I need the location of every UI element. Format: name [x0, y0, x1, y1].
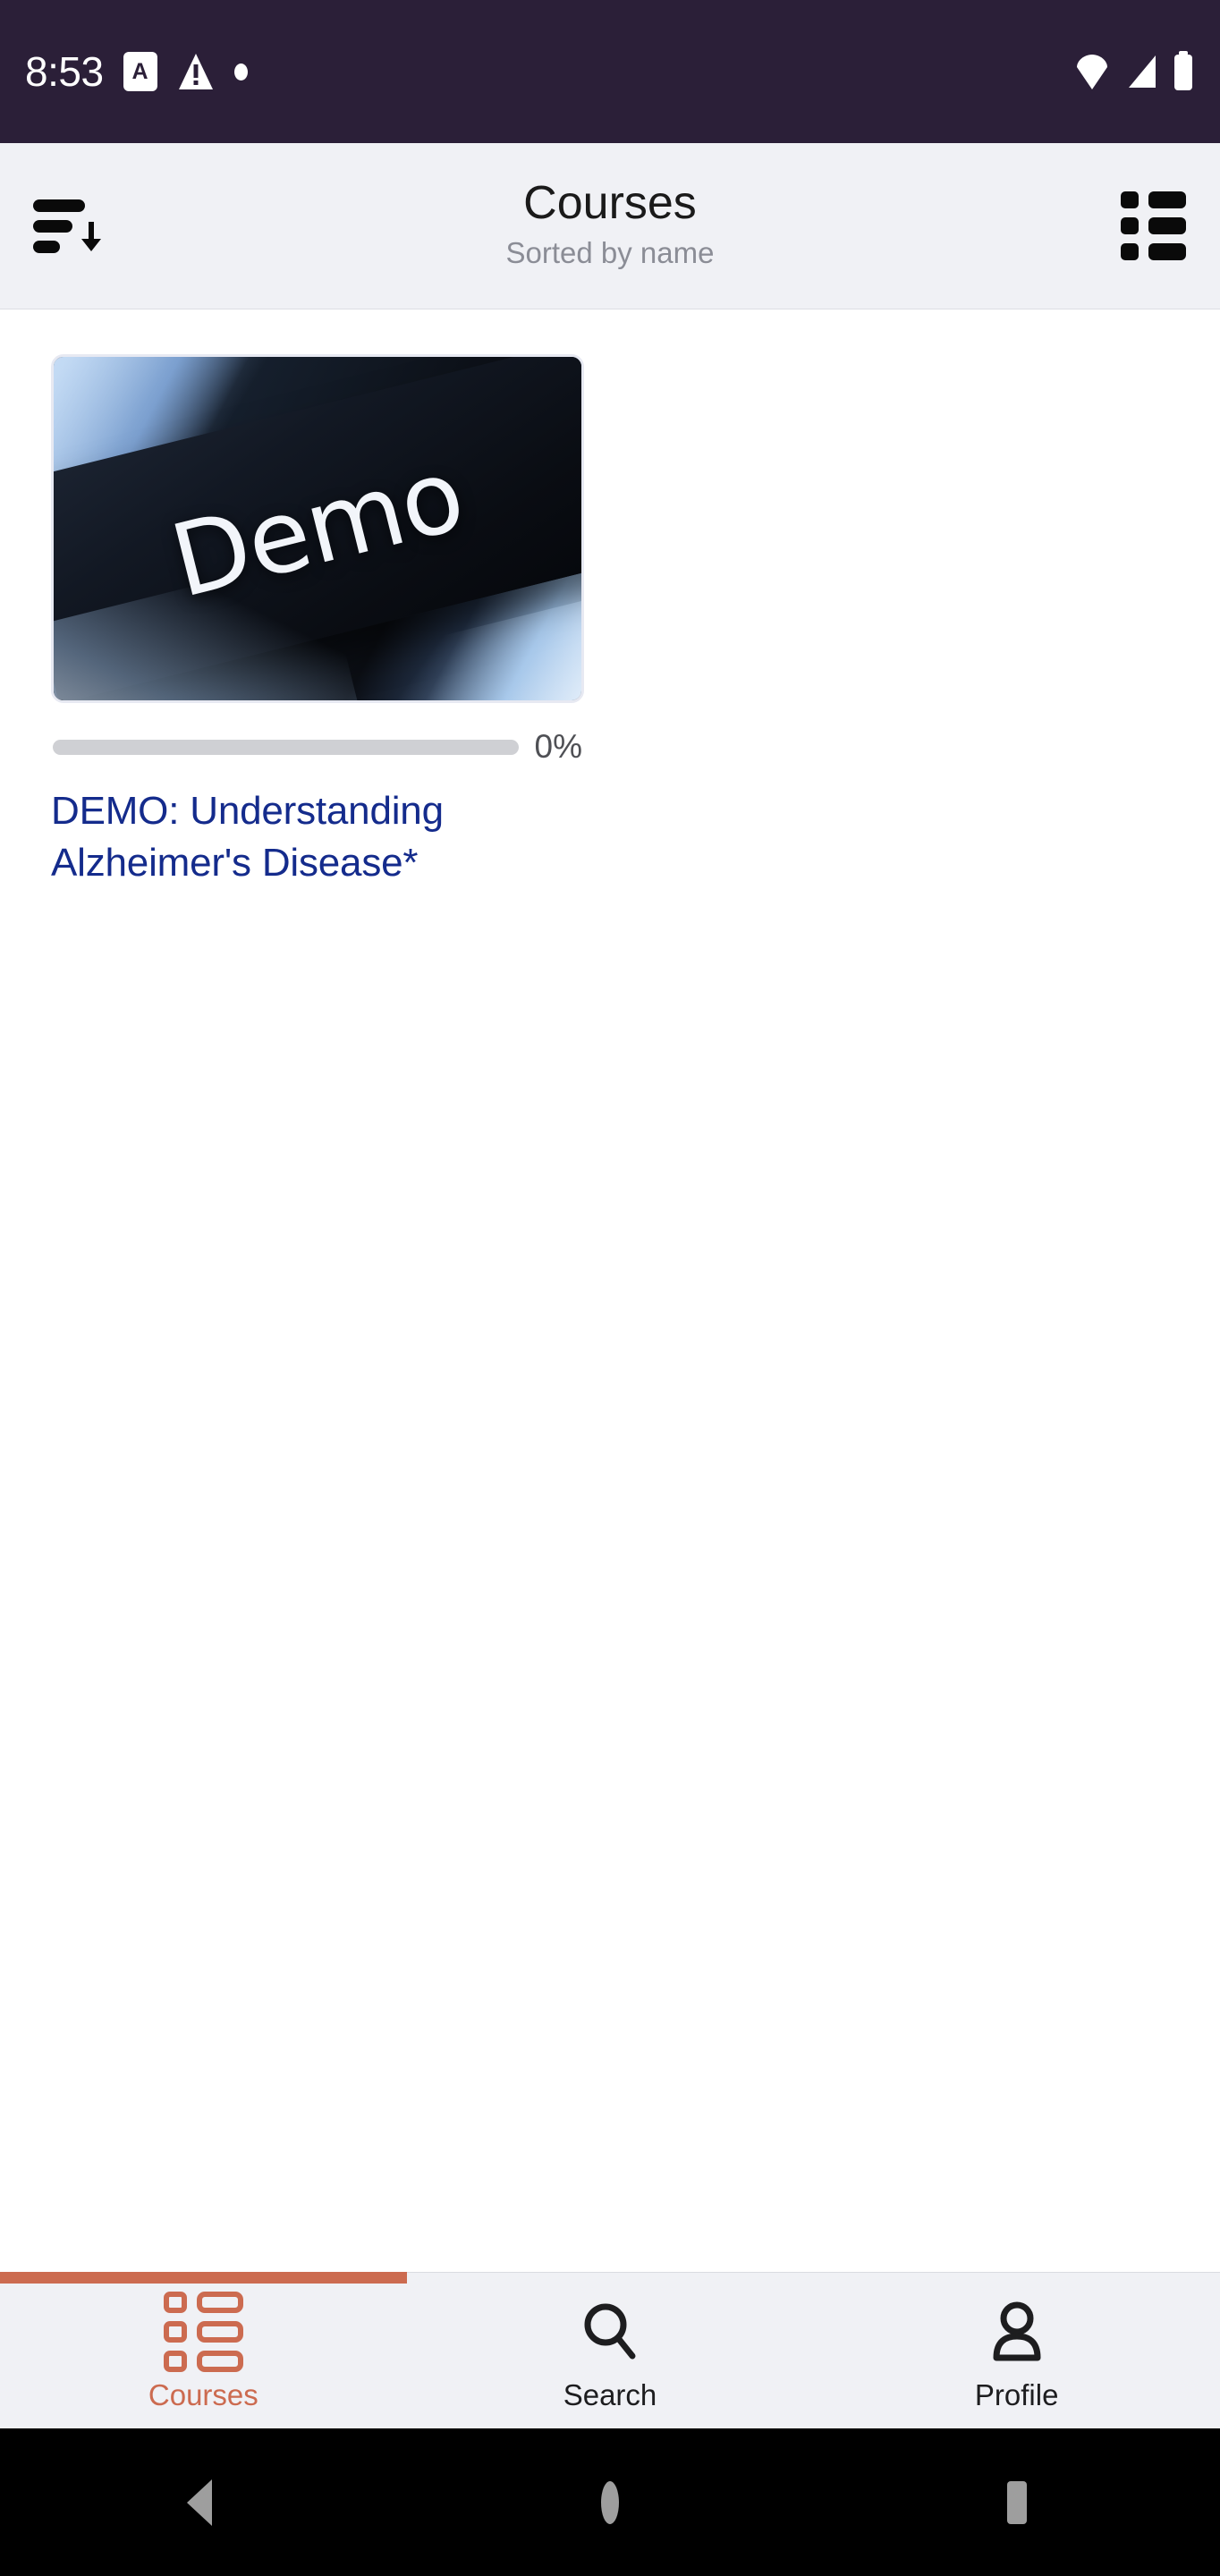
- back-button[interactable]: [0, 2478, 407, 2528]
- profile-person-icon: [989, 2298, 1045, 2366]
- app-letter-a-icon: A: [123, 52, 157, 91]
- sort-descending-icon: [33, 199, 101, 253]
- back-triangle-icon: [182, 2478, 225, 2528]
- progress-bar: [53, 739, 519, 755]
- cellular-signal-icon: [1123, 52, 1159, 91]
- nav-label-search: Search: [563, 2378, 657, 2411]
- wifi-icon: [1073, 52, 1111, 91]
- nav-label-courses: Courses: [148, 2378, 258, 2411]
- view-toggle-button[interactable]: [1086, 143, 1220, 309]
- status-bar-clock: 8:53: [25, 48, 104, 95]
- progress-percent-label: 0%: [534, 728, 582, 765]
- sort-button[interactable]: [0, 143, 134, 309]
- bottom-navigation: Courses Search Profile: [0, 2272, 1220, 2428]
- course-card[interactable]: Demo 0% DEMO: Understanding Alzheimer's …: [51, 354, 584, 888]
- app-bar: Courses Sorted by name: [0, 143, 1220, 309]
- warning-triangle-icon: [177, 52, 215, 91]
- status-bar: 8:53 A: [0, 0, 1220, 143]
- app-bar-titles: Courses Sorted by name: [134, 177, 1086, 271]
- course-progress: 0%: [51, 728, 584, 766]
- page-subtitle: Sorted by name: [505, 236, 715, 270]
- courses-list-icon: [163, 2292, 243, 2372]
- status-bar-left: 8:53 A: [25, 47, 248, 96]
- nav-item-courses[interactable]: Courses: [0, 2273, 407, 2428]
- course-thumbnail[interactable]: Demo: [51, 354, 584, 703]
- status-bar-right: [1073, 51, 1195, 92]
- search-icon: [580, 2298, 640, 2366]
- page-title: Courses: [523, 177, 697, 230]
- app-screen: 8:53 A Courses Sorted by name Demo 0% DE…: [0, 0, 1220, 2576]
- android-navigation-bar: [0, 2428, 1220, 2576]
- active-tab-indicator: [0, 2272, 407, 2284]
- course-title[interactable]: DEMO: Understanding Alzheimer's Disease*: [51, 785, 584, 888]
- home-circle-icon: [590, 2478, 630, 2528]
- recents-square-icon: [995, 2478, 1038, 2528]
- nav-label-profile: Profile: [974, 2378, 1059, 2411]
- course-list: Demo 0% DEMO: Understanding Alzheimer's …: [0, 310, 1220, 2272]
- notification-dot-icon: [233, 63, 248, 80]
- list-view-icon: [1120, 191, 1186, 260]
- battery-icon: [1172, 51, 1195, 92]
- home-button[interactable]: [407, 2478, 814, 2528]
- recents-button[interactable]: [813, 2478, 1220, 2528]
- nav-item-profile[interactable]: Profile: [813, 2273, 1220, 2428]
- nav-item-search[interactable]: Search: [407, 2273, 814, 2428]
